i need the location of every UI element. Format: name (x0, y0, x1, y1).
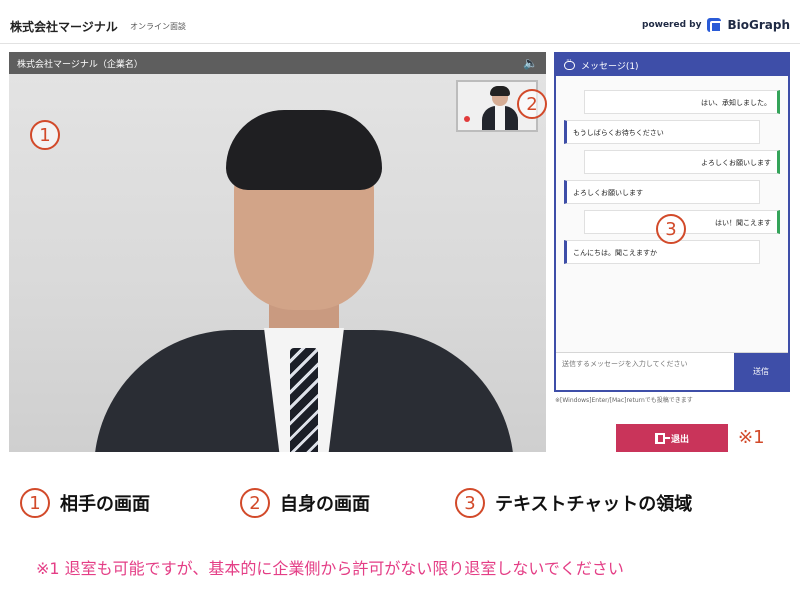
legend: 1 相手の画面 2 自身の画面 3 テキストチャットの領域 (0, 480, 800, 532)
legend-item: 1 相手の画面 (20, 488, 150, 518)
biograph-logo-icon (707, 18, 723, 33)
remote-participant-video (94, 110, 514, 452)
chat-input-row: 送信 (556, 352, 788, 390)
self-person (480, 84, 520, 130)
chat-bubble-icon (564, 56, 575, 70)
record-indicator-icon (464, 116, 470, 122)
legend-number: 3 (455, 488, 485, 518)
send-button[interactable]: 送信 (734, 353, 788, 390)
exit-note-marker: ※1 (738, 427, 765, 448)
legend-item: 3 テキストチャットの領域 (455, 488, 692, 518)
legend-number: 1 (20, 488, 50, 518)
annotation-marker-1: 1 (30, 120, 60, 150)
company-name: 株式会社マージナル (10, 20, 118, 34)
footnote: ※1 退室も可能ですが、基本的に企業側から許可がない限り退室しないでください (36, 559, 624, 578)
chat-message-input[interactable] (556, 353, 734, 390)
chat-header: メッセージ(1) (556, 54, 788, 76)
chat-title: メッセージ(1) (581, 61, 639, 72)
chat-message: もうしばらくお待ちください (564, 120, 760, 144)
chat-messages: はい、承知しました。 もうしばらくお待ちください よろしくお願いします よろしく… (556, 76, 788, 331)
legend-item: 2 自身の画面 (240, 488, 370, 518)
legend-number: 2 (240, 488, 270, 518)
chat-message: よろしくお願いします (564, 180, 760, 204)
self-shirt (495, 106, 505, 130)
brand-name: BioGraph (727, 18, 790, 32)
speaker-icon[interactable]: 🔈 (523, 56, 538, 70)
chat-message: よろしくお願いします (584, 150, 780, 174)
page-subtitle: オンライン面談 (130, 22, 186, 31)
legend-label: 相手の画面 (60, 494, 150, 515)
video-title-bar: 株式会社マージナル（企業名） 🔈 (9, 52, 546, 74)
chat-message: こんにちは。聞こえますか (564, 240, 760, 264)
chat-hint: ※[Windows]Enter/[Mac]returnでも投稿できます (555, 397, 693, 404)
annotation-marker-2: 2 (517, 89, 547, 119)
self-hair (490, 86, 510, 96)
exit-icon (654, 432, 670, 444)
legend-label: 自身の画面 (280, 494, 370, 515)
powered-by: powered by BioGraph (642, 14, 790, 36)
powered-by-label: powered by (642, 20, 702, 30)
remote-hair (226, 110, 382, 190)
remote-video-panel: 株式会社マージナル（企業名） 🔈 1 (9, 52, 546, 452)
app-header: 株式会社マージナル オンライン面談 powered by BioGraph (0, 0, 800, 44)
remote-tie (290, 348, 318, 452)
legend-label: テキストチャットの領域 (495, 494, 693, 515)
exit-button[interactable]: 退出 (616, 424, 728, 452)
video-title: 株式会社マージナル（企業名） (17, 59, 143, 70)
exit-label: 退出 (670, 434, 689, 445)
annotation-marker-3: 3 (656, 214, 686, 244)
chat-message: はい、承知しました。 (584, 90, 780, 114)
